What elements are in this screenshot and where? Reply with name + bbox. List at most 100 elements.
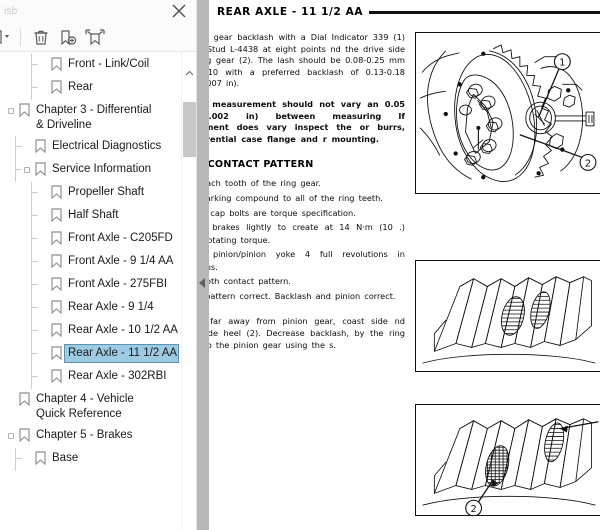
- expand-toggle-icon[interactable]: [22, 167, 32, 173]
- list-item: e the pinion/pinion yoke 4 full revoluti…: [209, 249, 405, 272]
- tree-connector: [31, 376, 38, 377]
- bookmark-item[interactable]: Chapter 5 - Brakes: [0, 425, 182, 448]
- bookmark-icon: [48, 185, 64, 204]
- bookmark-expand-icon[interactable]: [81, 25, 108, 49]
- bookmark-icon: [32, 162, 48, 181]
- tree-connector: [31, 228, 32, 251]
- bookmark-item[interactable]: Rear Axle - 11 1/2 AA: [0, 343, 182, 366]
- bookmark-icon: [48, 277, 64, 296]
- bookmark-item[interactable]: Rear Axle - 9 1/4: [0, 297, 182, 320]
- chevron-up-icon[interactable]: [182, 66, 197, 81]
- svg-text:1: 1: [559, 58, 565, 69]
- bookmark-icon: [48, 80, 64, 99]
- tree-connector: [15, 169, 22, 170]
- triangle-left-icon[interactable]: [199, 278, 205, 288]
- bookmark-label: Front Axle - 9 1/4 AA: [68, 255, 174, 267]
- bookmark-label: Rear Axle - 302RBI: [68, 370, 167, 382]
- bookmark-item[interactable]: Half Shaft: [0, 205, 182, 228]
- paragraph: asure ring gear backlash with a Dial Ind…: [209, 32, 405, 89]
- options-dropdown[interactable]: [0, 25, 16, 49]
- panel-header: isb: [0, 0, 196, 23]
- bookmark-label: Front - Link/Coil: [68, 58, 150, 70]
- bookmark-label: Front Axle - C205FD: [68, 232, 173, 244]
- page-running-header: REAR AXLE - 11 1/2 AA: [217, 6, 600, 18]
- bookmark-label: Chapter 5 - Brakes: [36, 429, 133, 441]
- bookmark-item[interactable]: Rear Axle - 10 1/2 AA: [0, 320, 182, 343]
- tree-connector: [31, 87, 38, 88]
- figure-differential-assembly: 1 2: [415, 32, 600, 194]
- bookmark-tree: Front - Link/Coil Rear Chapter 3 - Differe…: [0, 52, 182, 471]
- tree-connector: [31, 77, 32, 100]
- bookmark-icon: [48, 323, 64, 342]
- bookmark-icon: [16, 103, 32, 122]
- close-icon[interactable]: [170, 2, 188, 20]
- tree-connector: [31, 343, 32, 366]
- tree-connector: [31, 64, 38, 65]
- bookmark-label: Half Shaft: [68, 209, 119, 221]
- svg-text:2: 2: [585, 158, 591, 169]
- bookmark-icon: [32, 451, 48, 470]
- bookmark-item[interactable]: Service Information: [0, 159, 182, 182]
- bookmark-item[interactable]: Chapter 3 - Differential & Driveline: [0, 100, 182, 136]
- bookmark-item[interactable]: Front Axle - 9 1/4 AA: [0, 251, 182, 274]
- bookmark-label: Rear Axle - 9 1/4: [68, 301, 154, 313]
- tree-connector: [15, 136, 16, 159]
- tree-connector: [15, 458, 22, 459]
- bookmark-item[interactable]: Rear Axle - 302RBI: [0, 366, 182, 389]
- header-rule: [369, 11, 600, 14]
- page-title: REAR AXLE - 11 1/2 AA: [217, 6, 364, 18]
- bookmark-icon: [48, 57, 64, 76]
- tree-connector: [31, 297, 32, 320]
- tree-connector: [15, 146, 22, 147]
- expand-toggle-icon[interactable]: [6, 433, 16, 439]
- list-item: gear tooth contact pattern.: [209, 276, 291, 287]
- bookmark-item[interactable]: Propeller Shaft: [0, 182, 182, 205]
- list-item: bearing cap bolts are torque specificati…: [209, 207, 356, 218]
- figure-tooth-pattern-correct: [415, 260, 600, 372]
- bookmark-item[interactable]: Rear: [0, 77, 182, 100]
- bookmarks-scrollbar[interactable]: [181, 52, 196, 530]
- bookmarks-panel: isb Front - Link/Coil Rear Chapter 3 - D…: [0, 0, 197, 530]
- bookmark-icon: [16, 392, 32, 411]
- tree-connector: [31, 261, 38, 262]
- tree-connector: [31, 307, 38, 308]
- bookmark-icon: [16, 428, 32, 447]
- tree-connector: [31, 215, 38, 216]
- tree-connector: [31, 284, 38, 285]
- tree-connector: [31, 192, 38, 193]
- tree-connector: [31, 320, 32, 343]
- scrollbar-thumb[interactable]: [183, 102, 196, 157]
- svg-text:2: 2: [471, 504, 477, 515]
- bookmark-item[interactable]: Base: [0, 448, 182, 471]
- tree-connector: [31, 205, 32, 228]
- pdf-reader-window: isb Front - Link/Coil Rear Chapter 3 - D…: [0, 0, 600, 530]
- panel-title: isb: [4, 6, 18, 17]
- panel-divider[interactable]: [197, 0, 209, 530]
- bookmark-label: Rear: [68, 81, 93, 93]
- bookmark-icon: [48, 208, 64, 227]
- trash-icon[interactable]: [27, 25, 54, 49]
- list-item: ontact pattern correct. Backlash and pin…: [209, 290, 396, 301]
- bookmark-item[interactable]: Chapter 4 - Vehicle Quick Reference: [0, 389, 182, 425]
- bookmark-icon: [48, 346, 64, 365]
- bookmark-item[interactable]: Front Axle - C205FD: [0, 228, 182, 251]
- bookmark-item[interactable]: Electrical Diagnostics: [0, 136, 182, 159]
- document-text-column: asure ring gear backlash with a Dial Ind…: [209, 32, 405, 354]
- tree-connector: [31, 54, 32, 77]
- bookmark-item[interactable]: Front - Link/Coil: [0, 54, 182, 77]
- bookmark-label: Base: [52, 452, 79, 464]
- tree-connector: [31, 274, 32, 297]
- tree-connector: [15, 448, 16, 471]
- paragraph: Backlash measurement should not vary an …: [209, 98, 405, 144]
- expand-toggle-icon[interactable]: [6, 108, 16, 114]
- tree-connector: [31, 353, 38, 354]
- list-item: clean each tooth of the ring gear.: [209, 178, 321, 189]
- list-item: parking brakes lightly to create at 14 N…: [209, 222, 405, 245]
- bookmark-plus-icon[interactable]: [54, 25, 81, 49]
- bookmark-icon: [48, 254, 64, 273]
- tree-connector: [15, 159, 16, 182]
- bookmark-label: Chapter 3 - Differential & Driveline: [36, 104, 152, 131]
- bookmark-label: Electrical Diagnostics: [52, 140, 162, 152]
- document-viewport[interactable]: REAR AXLE - 11 1/2 AA asure ring gear ba…: [209, 0, 600, 530]
- bookmark-item[interactable]: Front Axle - 275FBI: [0, 274, 182, 297]
